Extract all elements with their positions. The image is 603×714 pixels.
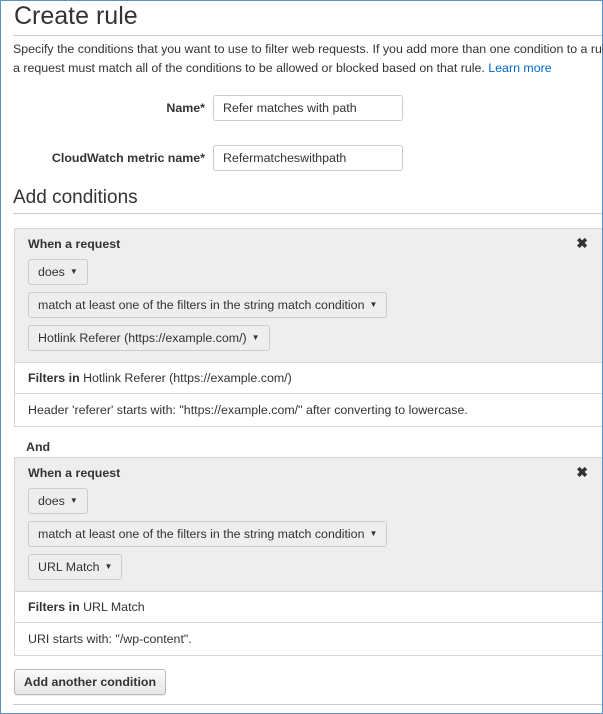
filter-detail-1: Header 'referer' starts with: "https://e… [14, 393, 602, 427]
filter-detail-text: Header 'referer' starts with: "https://e… [28, 403, 468, 417]
name-row: Name* [13, 95, 413, 122]
filter-detail-2: URI starts with: "/wp-content". [14, 622, 602, 656]
remove-condition-icon[interactable]: ✖ [576, 464, 588, 481]
metric-name-input[interactable] [213, 145, 403, 171]
match-type-value: match at least one of the filters in the… [38, 527, 365, 541]
does-select[interactable]: does ▼ [28, 488, 88, 514]
match-type-value: match at least one of the filters in the… [38, 298, 365, 312]
page-title: Create rule [14, 2, 138, 30]
does-select-value: does [38, 265, 65, 279]
remove-condition-icon[interactable]: ✖ [576, 235, 588, 252]
and-label: And [26, 440, 51, 454]
condition-select-value: Hotlink Referer (https://example.com/) [38, 331, 247, 345]
divider [13, 704, 602, 705]
condition-select[interactable]: Hotlink Referer (https://example.com/) ▼ [28, 325, 270, 351]
caret-down-icon: ▼ [369, 529, 378, 538]
description-line-2: a request must match all of the conditio… [13, 61, 485, 75]
filter-detail-text: URI starts with: "/wp-content". [28, 632, 192, 646]
divider [13, 35, 602, 36]
condition-title: When a request [28, 237, 121, 251]
does-select-value: does [38, 494, 65, 508]
match-type-select[interactable]: match at least one of the filters in the… [28, 292, 388, 318]
caret-down-icon: ▼ [369, 300, 378, 309]
filters-condition-name: Hotlink Referer (https://example.com/) [83, 371, 292, 385]
filters-condition-name: URL Match [83, 600, 145, 614]
condition-title: When a request [28, 466, 121, 480]
caret-down-icon: ▼ [69, 267, 78, 276]
learn-more-link[interactable]: Learn more [488, 61, 551, 75]
does-select[interactable]: does ▼ [28, 259, 88, 285]
add-conditions-heading: Add conditions [13, 187, 138, 208]
name-input[interactable] [213, 95, 403, 121]
caret-down-icon: ▼ [69, 496, 78, 505]
condition-select[interactable]: URL Match ▼ [28, 554, 123, 580]
match-type-select[interactable]: match at least one of the filters in the… [28, 521, 388, 547]
add-another-condition-button[interactable]: Add another condition [14, 669, 166, 695]
filters-header-2: Filters in URL Match [14, 591, 602, 623]
filters-header-1: Filters in Hotlink Referer (https://exam… [14, 362, 602, 394]
divider [13, 213, 602, 214]
caret-down-icon: ▼ [104, 562, 113, 571]
filters-label: Filters in [28, 371, 80, 385]
name-label: Name* [166, 101, 205, 115]
condition-panel-1: When a request ✖ does ▼ match at least on… [14, 228, 602, 363]
metric-name-row: CloudWatch metric name* [13, 145, 413, 172]
condition-panel-2: When a request ✖ does ▼ match at least on… [14, 457, 602, 592]
metric-name-label: CloudWatch metric name* [51, 151, 205, 165]
page-description: Specify the conditions that you want to … [13, 40, 603, 78]
filters-label: Filters in [28, 600, 80, 614]
description-line-1: Specify the conditions that you want to … [13, 42, 603, 56]
caret-down-icon: ▼ [251, 333, 260, 342]
condition-select-value: URL Match [38, 560, 100, 574]
